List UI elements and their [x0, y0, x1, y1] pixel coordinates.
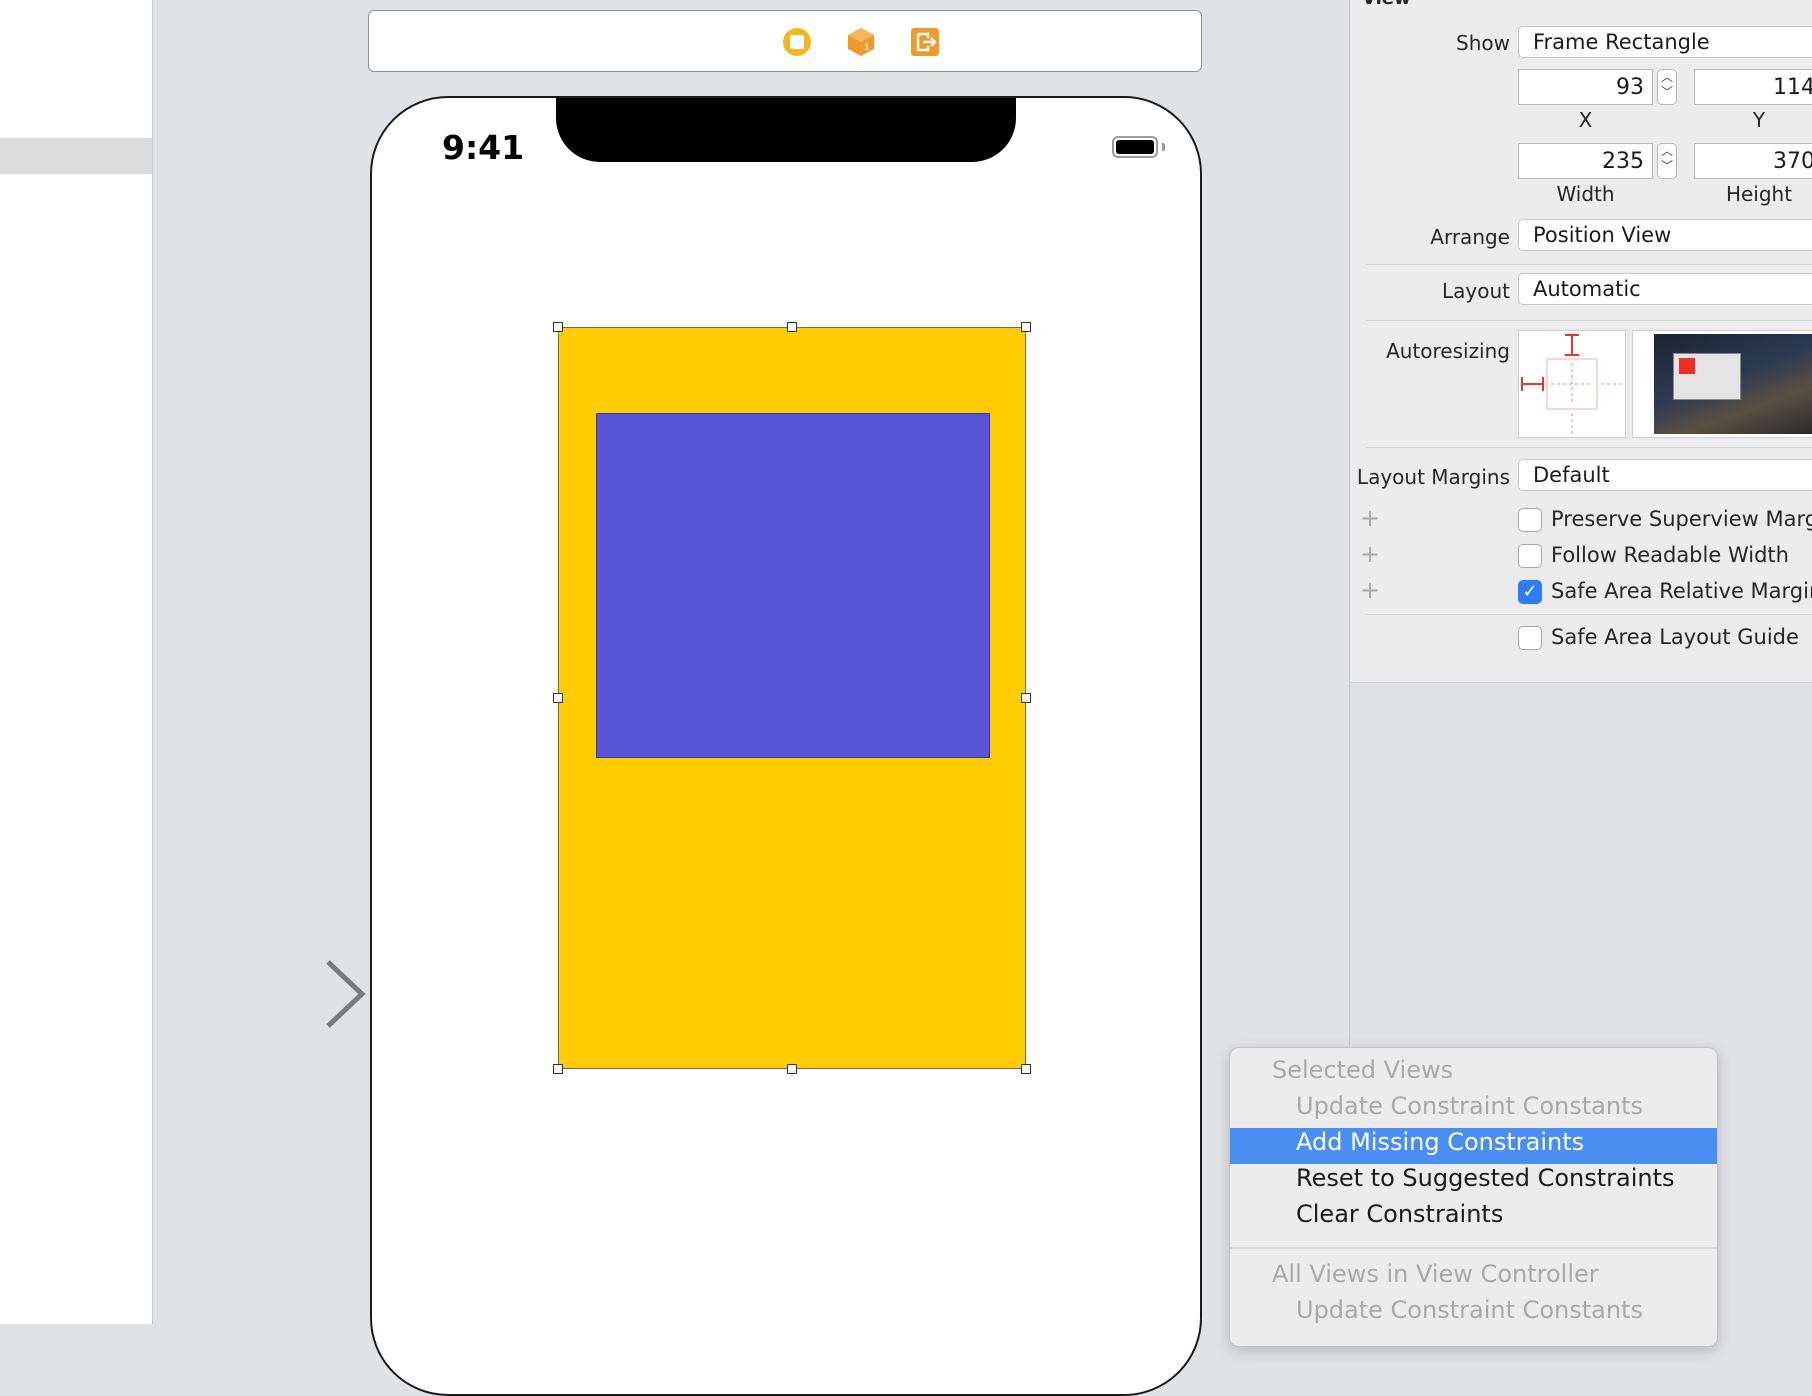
status-bar-time: 9:41 — [442, 128, 525, 167]
preserve-superview-margins-checkbox[interactable] — [1518, 508, 1542, 532]
document-outline-panel — [0, 0, 153, 1324]
height-field[interactable]: 370 — [1694, 143, 1812, 179]
separator — [1366, 447, 1812, 448]
device-notch — [556, 98, 1016, 162]
plus-icon[interactable]: + — [1360, 504, 1380, 532]
resize-handle-top-right[interactable] — [1021, 322, 1031, 332]
scene-dock: 1 — [368, 10, 1202, 72]
height-label: Height — [1725, 182, 1793, 206]
menu-header-all-views: All Views in View Controller — [1272, 1260, 1599, 1288]
menu-item-reset-to-suggested-constraints[interactable]: Reset to Suggested Constraints — [1230, 1164, 1717, 1200]
safe-area-relative-margins-checkbox[interactable]: ✓ — [1518, 580, 1542, 604]
outline-selected-row[interactable] — [0, 138, 152, 174]
svg-text:1: 1 — [864, 42, 870, 53]
autoresizing-label: Autoresizing — [1386, 339, 1510, 363]
safe-area-layout-guide-label: Safe Area Layout Guide — [1551, 625, 1799, 649]
show-label: Show — [1456, 31, 1510, 55]
menu-item-add-missing-constraints[interactable]: Add Missing Constraints — [1230, 1128, 1717, 1164]
separator — [1366, 320, 1812, 321]
arrange-popup[interactable]: Position View — [1518, 219, 1812, 251]
plus-icon[interactable]: + — [1360, 576, 1380, 604]
purple-subview[interactable] — [596, 413, 990, 758]
safe-area-layout-guide-checkbox[interactable] — [1518, 626, 1542, 650]
x-label: X — [1578, 108, 1593, 132]
resize-handle-right[interactable] — [1021, 693, 1031, 703]
autoresizing-mask-editor[interactable] — [1518, 330, 1626, 438]
menu-item-update-constraint-constants: Update Constraint Constants — [1296, 1092, 1644, 1120]
resolve-auto-layout-menu: Selected Views Update Constraint Constan… — [1229, 1047, 1718, 1347]
separator — [1366, 264, 1812, 265]
resize-handle-bottom[interactable] — [787, 1064, 797, 1074]
x-field[interactable]: 93 — [1518, 69, 1653, 105]
follow-readable-width-label: Follow Readable Width — [1551, 543, 1789, 567]
plus-icon[interactable]: + — [1360, 540, 1380, 568]
preview-view-marker — [1679, 358, 1695, 374]
resize-handle-bottom-left[interactable] — [553, 1064, 563, 1074]
layout-label: Layout — [1442, 279, 1510, 303]
exit-icon[interactable] — [909, 26, 941, 58]
show-popup[interactable]: Frame Rectangle — [1518, 26, 1812, 58]
resize-handle-top[interactable] — [787, 322, 797, 332]
layout-margins-popup[interactable]: Default — [1518, 459, 1812, 491]
width-label: Width — [1556, 182, 1615, 206]
layout-popup[interactable]: Automatic — [1518, 273, 1812, 305]
layout-margins-label: Layout Margins — [1356, 465, 1510, 489]
preserve-superview-margins-label: Preserve Superview Margins — [1551, 507, 1812, 531]
resize-handle-left[interactable] — [553, 693, 563, 703]
battery-icon — [1112, 136, 1158, 158]
y-field[interactable]: 114 — [1694, 69, 1812, 105]
follow-readable-width-checkbox[interactable] — [1518, 544, 1542, 568]
safe-area-relative-margins-label: Safe Area Relative Margins — [1551, 579, 1812, 603]
menu-item-clear-constraints[interactable]: Clear Constraints — [1230, 1200, 1717, 1236]
arrange-label: Arrange — [1430, 225, 1510, 249]
inspector-section-title: View — [1362, 0, 1411, 9]
menu-separator — [1230, 1247, 1717, 1249]
width-field[interactable]: 235 — [1518, 143, 1653, 179]
view-controller-icon[interactable] — [781, 26, 813, 58]
y-label: Y — [1752, 108, 1766, 132]
resize-handle-top-left[interactable] — [553, 322, 563, 332]
segue-arrow-icon — [168, 960, 366, 1028]
separator — [1366, 614, 1812, 615]
menu-header-selected-views: Selected Views — [1272, 1056, 1454, 1084]
x-stepper[interactable]: ︿ ﹀ — [1657, 69, 1677, 105]
width-stepper[interactable]: ︿ ﹀ — [1657, 143, 1677, 179]
resize-handle-bottom-right[interactable] — [1021, 1064, 1031, 1074]
first-responder-icon[interactable]: 1 — [845, 26, 877, 58]
battery-nub — [1162, 143, 1165, 151]
menu-item-update-constraint-constants-all: Update Constraint Constants — [1296, 1296, 1644, 1324]
